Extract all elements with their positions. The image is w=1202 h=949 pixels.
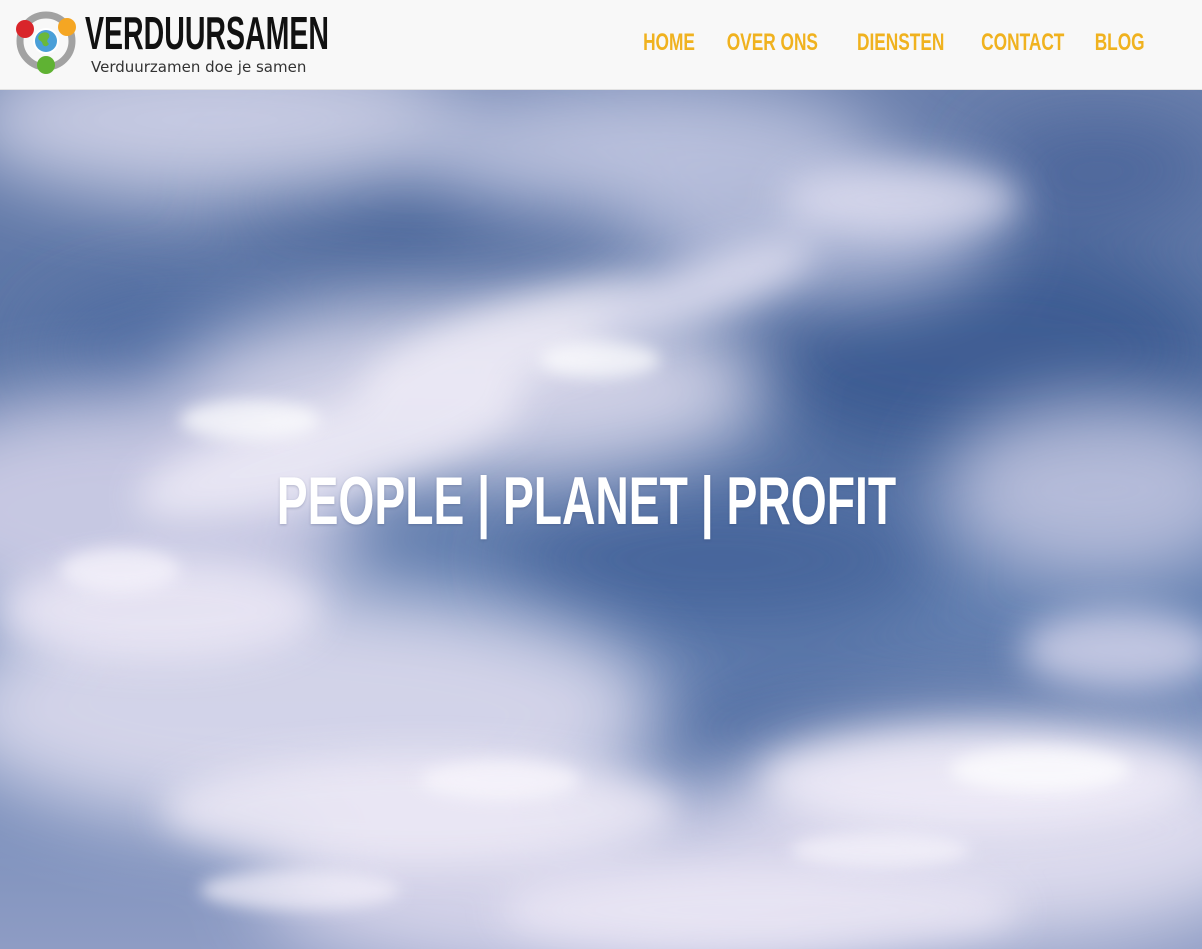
site-logo[interactable]: VERDUURSAMEN Verduurzamen doe je samen — [15, 7, 355, 80]
nav-item-blog[interactable]: BLOG — [1089, 29, 1150, 57]
globe-connected-dots-icon — [16, 11, 76, 74]
nav-item-home[interactable]: HOME — [637, 29, 700, 57]
hero-headline-text: PEOPLE | PLANET | PROFIT — [276, 462, 896, 539]
hero-headline: PEOPLE | PLANET | PROFIT — [0, 461, 1172, 541]
hero-section: PEOPLE | PLANET | PROFIT — [0, 90, 1202, 949]
site-header: VERDUURSAMEN Verduurzamen doe je samen H… — [0, 0, 1202, 90]
brand-title: VERDUURSAMEN — [85, 7, 330, 59]
nav-item-contact[interactable]: CONTACT — [976, 29, 1071, 57]
main-nav: HOME OVER ONS DIENSTEN CONTACT BLOG — [631, 28, 1156, 58]
brand-tagline: Verduurzamen doe je samen — [91, 58, 307, 76]
nav-item-over-ons[interactable]: OVER ONS — [721, 29, 824, 57]
nav-item-diensten[interactable]: DIENSTEN — [851, 29, 950, 57]
